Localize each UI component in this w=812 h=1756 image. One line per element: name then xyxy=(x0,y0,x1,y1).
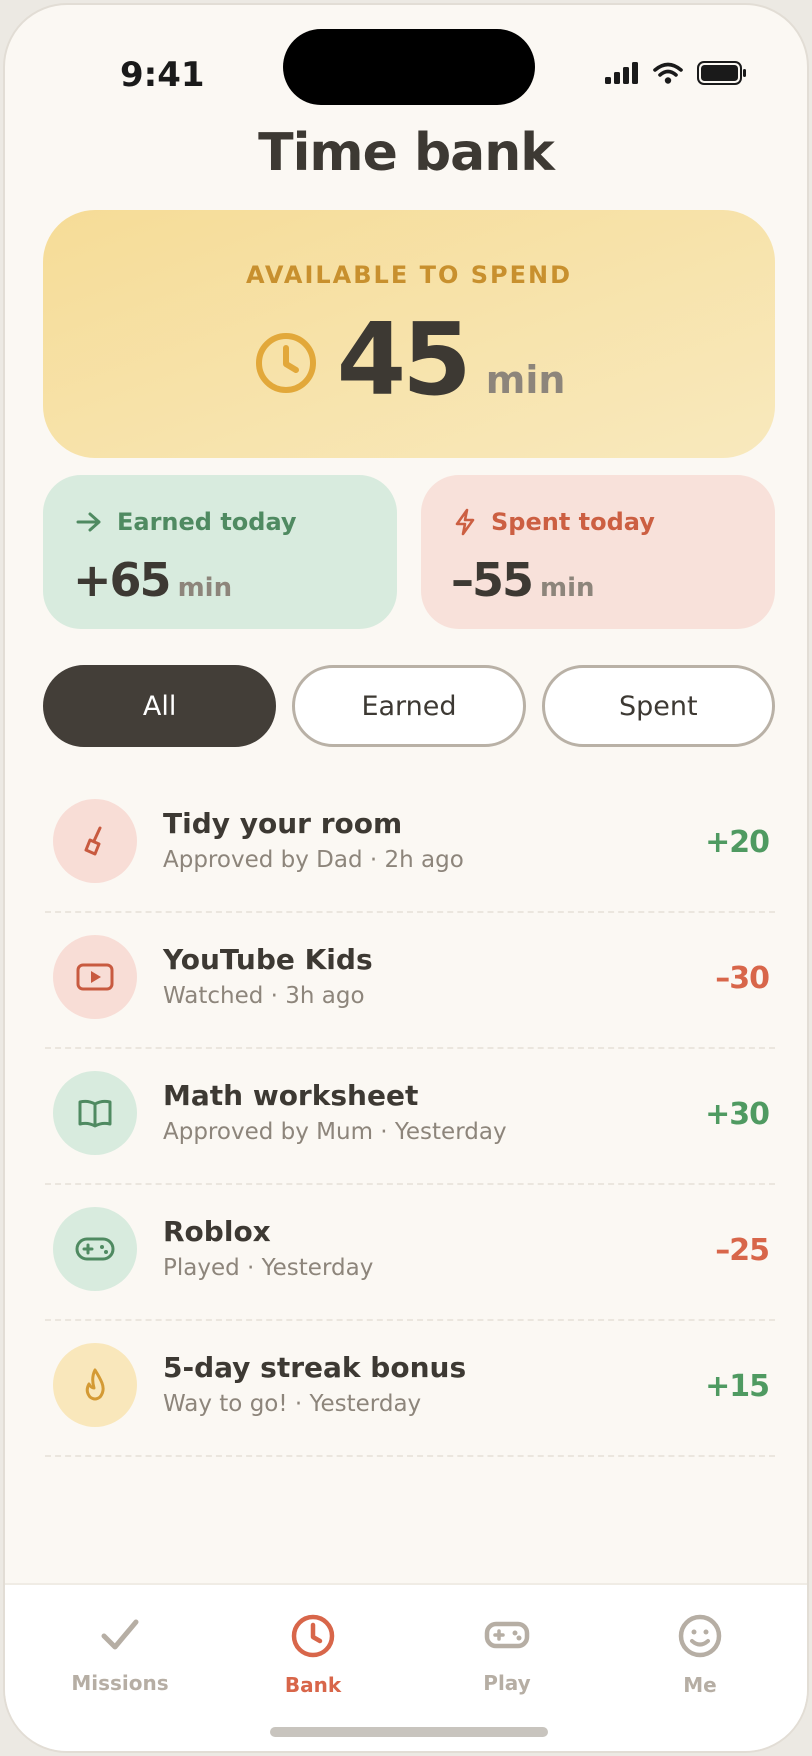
spent-today-value: –55 xyxy=(451,553,534,607)
item-subtitle: Played · Yesterday xyxy=(163,1255,374,1281)
book-icon xyxy=(78,1099,112,1128)
item-title: Tidy your room xyxy=(163,807,403,840)
flame-icon xyxy=(85,1368,105,1401)
play-icon xyxy=(76,963,114,991)
tab-missions[interactable]: Missions xyxy=(45,1613,195,1695)
broom-icon xyxy=(84,826,102,856)
transaction-list: Tidy your room Approved by Dad · 2h ago … xyxy=(45,777,775,1457)
item-subtitle: Way to go! · Yesterday xyxy=(163,1391,422,1417)
item-amount: –25 xyxy=(715,1233,770,1268)
tab-bank-label: Bank xyxy=(284,1673,342,1697)
balance-value: 45 xyxy=(336,301,472,418)
item-title: 5-day streak bonus xyxy=(163,1351,467,1384)
arrow-right-icon xyxy=(76,512,101,532)
tab-play-label: Play xyxy=(483,1671,531,1695)
filter-spent-button[interactable]: Spent xyxy=(541,665,775,747)
item-title: YouTube Kids xyxy=(163,943,373,976)
tab-play[interactable]: Play xyxy=(432,1613,582,1695)
item-amount: +15 xyxy=(705,1369,770,1404)
list-item[interactable]: Math worksheet Approved by Mum · Yesterd… xyxy=(45,1049,775,1185)
filter-earned-button[interactable]: Earned xyxy=(292,665,526,747)
item-subtitle: Approved by Mum · Yesterday xyxy=(163,1119,507,1145)
list-item[interactable]: Roblox Played · Yesterday –25 xyxy=(45,1185,775,1321)
status-time: 9:41 xyxy=(120,55,205,95)
status-bar: 9:41 xyxy=(5,5,807,125)
tab-me[interactable]: Me xyxy=(625,1613,775,1697)
list-item[interactable]: 5-day streak bonus Way to go! · Yesterda… xyxy=(45,1321,775,1457)
spent-today-label: Spent today xyxy=(491,508,655,536)
lightning-icon xyxy=(455,508,475,536)
balance-card: AVAILABLE TO SPEND 45 min xyxy=(43,210,775,458)
clock-icon xyxy=(255,333,316,393)
status-icons xyxy=(605,61,747,85)
gamepad-icon xyxy=(484,1621,530,1649)
gamepad-icon xyxy=(75,1237,115,1261)
earned-today-card: Earned today +65 min xyxy=(43,475,397,629)
tab-bar: Missions Bank Play Me xyxy=(5,1583,807,1751)
spent-today-unit: min xyxy=(540,573,595,603)
earned-today-value: +65 xyxy=(73,553,172,607)
tab-missions-label: Missions xyxy=(71,1671,169,1695)
list-item[interactable]: Tidy your room Approved by Dad · 2h ago … xyxy=(45,777,775,913)
item-amount: +30 xyxy=(705,1097,770,1132)
filter-all-button[interactable]: All xyxy=(43,665,277,747)
filter-bar: All Earned Spent xyxy=(43,665,775,747)
wifi-icon xyxy=(653,62,683,84)
item-title: Roblox xyxy=(163,1215,271,1248)
smiley-icon xyxy=(678,1614,722,1658)
tab-bank[interactable]: Bank xyxy=(238,1613,388,1697)
dynamic-island xyxy=(283,29,535,105)
clock-icon xyxy=(291,1614,335,1658)
earned-today-label: Earned today xyxy=(117,508,297,536)
battery-icon xyxy=(697,61,746,85)
item-subtitle: Approved by Dad · 2h ago xyxy=(163,847,464,873)
signal-icon xyxy=(605,62,638,84)
list-item[interactable]: YouTube Kids Watched · 3h ago –30 xyxy=(45,913,775,1049)
balance-unit: min xyxy=(485,358,566,402)
item-subtitle: Watched · 3h ago xyxy=(163,983,365,1009)
checkmark-icon xyxy=(101,1619,139,1650)
phone-screen: 9:41 Time bank AVAILABLE TO SPEND 45 min… xyxy=(3,3,809,1753)
item-title: Math worksheet xyxy=(163,1079,419,1112)
tab-me-label: Me xyxy=(683,1673,717,1697)
balance-label: AVAILABLE TO SPEND xyxy=(245,261,572,289)
item-amount: –30 xyxy=(715,961,770,996)
home-indicator xyxy=(270,1727,548,1737)
spent-today-card: Spent today –55 min xyxy=(421,475,775,629)
item-amount: +20 xyxy=(705,825,770,860)
page-title: Time bank xyxy=(258,123,555,183)
earned-today-unit: min xyxy=(177,573,233,603)
